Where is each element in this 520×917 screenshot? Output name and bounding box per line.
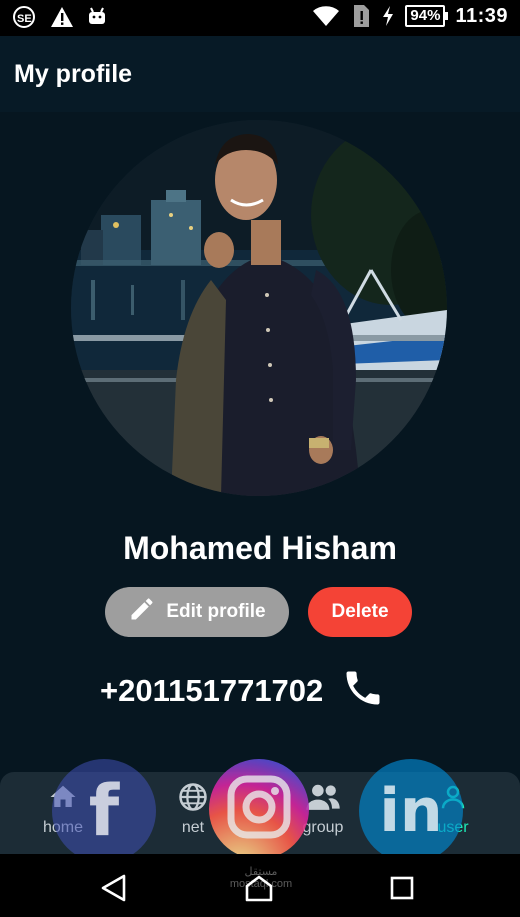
nav-label-group: group [302,819,344,836]
linkedin-icon: in [379,776,443,846]
phone-number: +201151771702 [100,672,324,708]
charging-bolt-icon [381,5,395,27]
sim-alert-icon [351,4,371,28]
watermark: مستقل mostaql.com [226,866,296,890]
svg-text:SE: SE [17,13,32,25]
status-bar: SE 94% 11:39 [0,0,520,36]
linkedin-button[interactable]: in [359,759,463,863]
profile-name: Mohamed Hisham [123,530,397,566]
delete-label: Delete [331,601,389,622]
warning-icon [50,6,74,28]
delete-button[interactable]: Delete [308,587,412,637]
globe-icon [178,782,208,817]
phone-row: +201151771702 [100,666,385,715]
sim-se-icon: SE [12,5,38,29]
facebook-icon: f [88,770,120,852]
battery-level: 94% [405,5,449,27]
watermark-domain: mostaql.com [229,878,293,890]
group-icon [305,782,341,817]
instagram-icon [223,771,295,848]
wifi-icon [311,4,341,28]
edit-profile-label: Edit profile [166,601,266,622]
nav-label-net: net [181,819,205,836]
recents-icon[interactable] [390,876,414,905]
instagram-button[interactable] [209,759,309,859]
phone-call-icon[interactable] [341,666,385,715]
back-icon[interactable] [100,874,128,907]
clock: 11:39 [455,4,508,27]
profile-avatar[interactable] [71,120,447,496]
watermark-arabic: مستقل [244,866,278,878]
edit-profile-button[interactable]: Edit profile [105,587,289,637]
page-title: My profile [14,60,133,88]
app-bar: My profile [0,36,520,112]
facebook-button[interactable]: f [52,759,156,863]
android-icon [86,6,108,28]
pencil-icon [128,595,156,629]
